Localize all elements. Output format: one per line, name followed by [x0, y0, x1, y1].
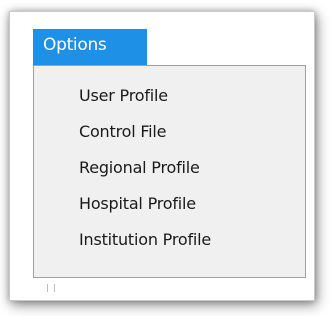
underlying-content-fragment — [47, 284, 55, 292]
menu-item-regional-profile[interactable]: Regional Profile — [34, 150, 305, 186]
menu-item-user-profile[interactable]: User Profile — [34, 78, 305, 114]
menu-item-institution-profile[interactable]: Institution Profile — [34, 222, 305, 258]
menu-item-hospital-profile[interactable]: Hospital Profile — [34, 186, 305, 222]
options-menu[interactable]: Options — [33, 29, 147, 65]
options-dropdown: User Profile Control File Regional Profi… — [33, 65, 306, 278]
application-window: Options User Profile Control File Region… — [9, 11, 315, 301]
menu-item-control-file[interactable]: Control File — [34, 114, 305, 150]
